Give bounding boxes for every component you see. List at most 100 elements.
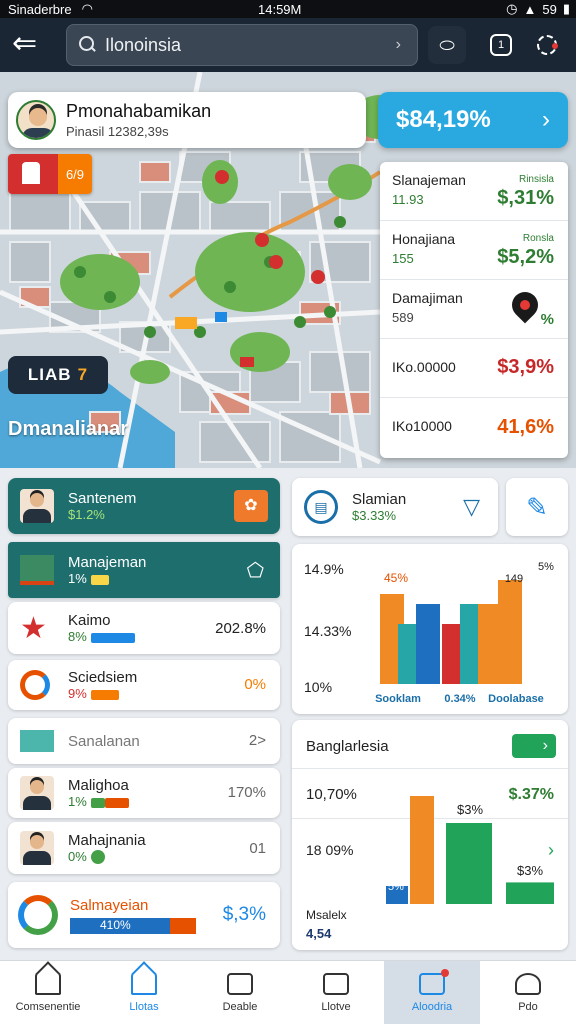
nav-item-home[interactable]: Comsenentie [0,961,96,1024]
nav-label: Deable [222,1000,258,1013]
filter-icon[interactable]: ▽ [463,494,480,520]
info-card[interactable]: ▤ Slamian $3.33% ▽ [292,478,498,536]
inbox-icon [419,968,449,995]
flag-tag[interactable]: 6/9 [8,154,92,194]
list-icon [323,972,349,995]
card-sub-row: 0% [68,849,146,865]
filter-button[interactable]: ⬭ [428,26,466,64]
card-sub: 0% [68,848,87,864]
list-card[interactable]: Manajeman 1% ⬠ [8,542,280,598]
y-tick-label: 10% [304,679,332,695]
bar [416,604,440,684]
profile-subtitle: Pinasil 12382,39s [66,124,169,139]
profile-name: Pmonahabamikan [66,101,212,121]
y-tick-label: 14.9% [304,561,344,577]
list-card[interactable]: Malighoa 1% 170% [8,768,280,818]
stat-value: $,31% [497,187,554,209]
dashboard-content: Santenem $1.2% ✿ Manajeman 1% ⬠ ★ Kaimo … [0,468,576,960]
bar-chart-card-2: Banglarlesia › 10,70% $.37% 18 09% › 5% $… [292,720,568,950]
map-view[interactable]: Pmonahabamikan Pinasil 12382,39s $84,19%… [0,72,576,468]
card-sub: $3.33% [352,508,397,523]
y-tick-label: 14.33% [304,623,351,639]
list-card[interactable]: Salmayeian 410% $,3% [8,882,280,948]
mini-bar [90,797,105,808]
search-bar[interactable]: Ilonoinsia › [66,24,418,66]
nav-item-places[interactable]: Llotas [96,961,192,1024]
avatar [20,776,54,810]
card-sub-row: 9% [68,686,137,701]
chart-footer-value: 4,54 [306,926,332,941]
menu-button[interactable]: 1 [482,26,520,64]
card-name: Sciedsiem [68,669,138,686]
stat-row[interactable]: IKo10000 41,6% [380,398,568,457]
card-sub-row: 1% [68,571,146,586]
settings-button[interactable] [528,26,566,64]
bar [498,580,522,684]
map-tag[interactable]: LIAB 7 [8,356,108,394]
star-icon: ★ [20,611,47,645]
card-value: 01 [249,840,266,857]
nav-item-profile[interactable]: Pdo [480,961,576,1024]
lotus-icon[interactable]: ✿ [234,490,268,522]
map-area-label: Dmanalianar [8,418,129,440]
card-value: 0% [244,676,266,693]
data-label: 5% [388,881,404,893]
bottom-nav: Comsenentie Llotas Deable Llotve Aloodri… [0,960,576,1024]
gear-icon [537,35,558,55]
house-icon [131,972,157,995]
x-tick-label: Doolabase [488,693,544,705]
avatar [20,831,54,865]
carrier-name: Sinaderbre [8,1,72,17]
x-tick-label: 0.34% [444,693,475,705]
mini-bar [90,632,135,643]
bar [410,796,434,904]
tag-icon[interactable]: ⬠ [247,558,264,583]
stat-row[interactable]: Slanajeman 11.93 Rinsisla $,31% [380,162,568,221]
stat-row[interactable]: Honajiana 155 Ronsla $5,2% [380,221,568,280]
ring-icon [20,670,50,700]
progress-bar: 410% [70,917,196,934]
list-card[interactable]: Sanalanan 2> [8,718,280,764]
stats-panel: Slanajeman 11.93 Rinsisla $,31% Honajian… [380,162,568,458]
card-name: Sanalanan [68,732,140,750]
list-card[interactable]: Sciedsiem 9% 0% [8,660,280,710]
stat-value: % [540,311,554,328]
profile-card[interactable]: Pmonahabamikan Pinasil 12382,39s [8,92,366,148]
chevron-right-icon[interactable]: › [396,36,401,54]
list-card[interactable]: ★ Kaimo 8% 202.8% [8,602,280,654]
banner-value: $84,19% [396,106,491,133]
data-label: 149 [505,573,523,585]
card-name: Mahajnania [68,831,146,849]
search-input[interactable]: Ilonoinsia [105,35,181,56]
back-arrow-icon[interactable]: ⇐ [12,28,46,62]
list-card[interactable]: Santenem $1.2% ✿ [8,478,280,534]
alarm-icon: ◷ [506,1,518,16]
list-card[interactable]: Mahajnania 0% 01 [8,822,280,874]
mini-bar [90,850,105,865]
nav-item-notifications[interactable]: Aloodria [384,961,480,1024]
battery-icon: ▮ [562,1,570,16]
nav-item-list[interactable]: Llotve [288,961,384,1024]
nav-label: Llotas [129,1000,159,1013]
nav-label: Llotve [321,1000,351,1013]
nav-item-deals[interactable]: Deable [192,961,288,1024]
stat-row[interactable]: IKo.00000 $3,9% [380,339,568,398]
data-label: 45% [384,571,408,585]
card-name: Manajeman [68,554,147,571]
donut-icon [18,895,58,935]
edit-button[interactable]: ✎ [506,478,568,536]
data-label: 5% [538,561,554,573]
wifi-icon: ◠ [81,1,93,16]
map-tag-text: LIAB [27,365,72,384]
clock: 14:59M [258,1,302,17]
stat-row[interactable]: Damajiman 589 % [380,280,568,339]
card-name: Santenem [68,490,137,507]
bar [506,882,554,904]
data-label: $3% [457,802,483,817]
mini-bar [90,689,119,700]
card-value: 2> [248,732,266,749]
card-value: $,3% [222,904,266,925]
percentage-banner[interactable]: $84,19% › [378,92,568,148]
chevron-right-icon: › [542,106,550,133]
stat-value: 41,6% [497,416,554,438]
